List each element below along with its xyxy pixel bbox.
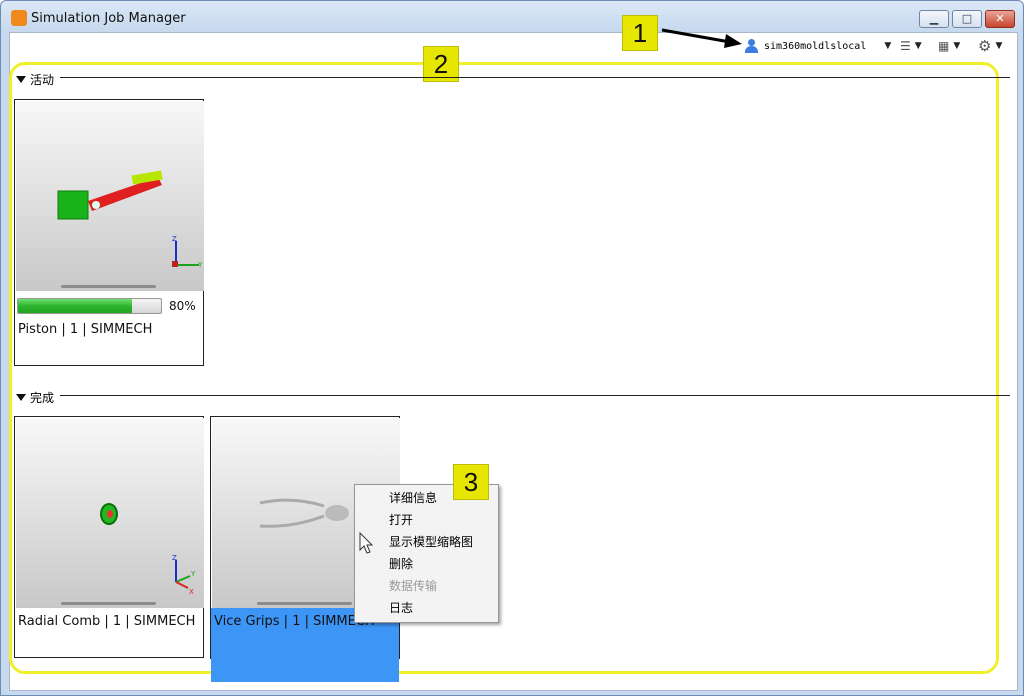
thumbnail-slider (257, 602, 352, 605)
list-icon: ☰ (900, 39, 911, 53)
radial-comb-model-image: Z Y X (100, 503, 196, 596)
section-divider (60, 395, 1010, 396)
model-thumbnail: Z Y X (16, 418, 204, 608)
svg-text:Z: Z (172, 554, 177, 562)
title-bar[interactable]: Simulation Job Manager ▁ □ ✕ (1, 1, 1023, 31)
svg-text:Y: Y (197, 261, 203, 269)
menu-item-details[interactable]: 详细信息 (389, 489, 437, 506)
grid-view-button[interactable]: ▦ ▼ (938, 37, 960, 55)
piston-model-image: Z Y (57, 170, 203, 269)
chevron-down-icon: ▼ (995, 41, 1003, 51)
chevron-down-icon: ▼ (914, 41, 922, 51)
app-icon (11, 10, 27, 26)
list-view-button[interactable]: ☰ ▼ (900, 37, 922, 55)
job-label: Piston | 1 | SIMMECH (18, 322, 153, 337)
thumbnail-slider (61, 602, 156, 605)
section-divider (60, 77, 1010, 78)
user-name: sim360moldlslocal (764, 40, 867, 52)
job-label: Radial Comb | 1 | SIMMECH (18, 614, 196, 629)
settings-button[interactable]: ⚙ ▼ (978, 37, 1002, 55)
close-button[interactable]: ✕ (985, 10, 1015, 28)
section-active-header[interactable]: 活动 (16, 71, 54, 88)
callout-3: 3 (453, 464, 489, 500)
menu-item-delete[interactable]: 删除 (389, 555, 413, 572)
job-progress-bar (17, 298, 162, 314)
maximize-button[interactable]: □ (952, 10, 982, 28)
job-card-piston[interactable]: Z Y 80% Piston | 1 | SIMMECH (14, 99, 204, 366)
progress-fill (18, 299, 133, 313)
section-done-title: 完成 (30, 391, 55, 405)
section-done-header[interactable]: 完成 (16, 389, 54, 406)
chevron-down-icon: ▼ (884, 41, 892, 51)
chevron-down-icon: ▼ (953, 41, 961, 51)
user-dropdown[interactable]: sim360moldlslocal ▼ (744, 37, 891, 55)
menu-item-open[interactable]: 打开 (389, 511, 413, 528)
window-title: Simulation Job Manager (31, 11, 186, 26)
collapse-icon (16, 394, 26, 401)
user-icon (744, 39, 758, 53)
job-label: Vice Grips | 1 | SIMMECH (214, 614, 375, 629)
callout-1: 1 (622, 15, 658, 51)
menu-item-log[interactable]: 日志 (389, 599, 413, 616)
thumbnail-slider (61, 285, 156, 288)
collapse-icon (16, 76, 26, 83)
svg-text:X: X (189, 588, 194, 596)
section-active-title: 活动 (30, 73, 55, 87)
mouse-cursor-icon (359, 532, 374, 554)
svg-text:Z: Z (172, 235, 177, 243)
minimize-button[interactable]: ▁ (919, 10, 949, 28)
context-menu: 详细信息 打开 显示模型缩略图 删除 数据传输 日志 (354, 484, 499, 623)
menu-item-show-thumbnail[interactable]: 显示模型缩略图 (389, 533, 473, 550)
gear-icon: ⚙ (978, 37, 992, 55)
svg-text:Y: Y (190, 570, 196, 578)
job-card-radial-comb[interactable]: Z Y X Radial Comb | 1 | SIMMECH (14, 416, 204, 658)
callout-arrow (661, 28, 742, 48)
grid-icon: ▦ (938, 39, 950, 53)
job-progress-text: 80% (169, 299, 196, 313)
menu-item-data-transfer: 数据传输 (389, 579, 438, 593)
model-thumbnail: Z Y (16, 101, 204, 291)
